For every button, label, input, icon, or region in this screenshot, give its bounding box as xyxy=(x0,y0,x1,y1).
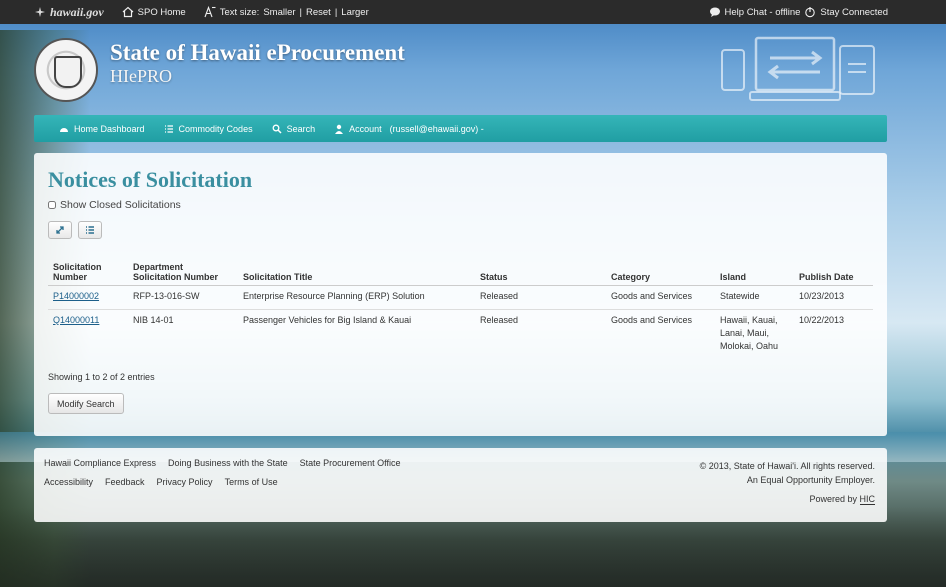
chat-bubble-icon xyxy=(709,6,721,18)
table-info-text: Showing 1 to 2 of 2 entries xyxy=(48,372,155,382)
solicitation-number-link[interactable]: Q14000011 xyxy=(53,315,99,325)
footer-link-doing-business[interactable]: Doing Business with the State xyxy=(168,458,288,468)
nav-search[interactable]: Search xyxy=(271,123,316,135)
show-closed-label: Show Closed Solicitations xyxy=(60,199,181,211)
table-row: P14000002 RFP-13-016-SW Enterprise Resou… xyxy=(48,284,873,310)
state-seal-icon xyxy=(34,38,98,102)
user-icon xyxy=(333,123,345,135)
powered-by: Powered by HIC xyxy=(700,493,875,507)
search-icon xyxy=(271,123,283,135)
column-header[interactable]: Category xyxy=(606,251,715,286)
nav-commodity-codes[interactable]: Commodity Codes xyxy=(163,123,253,135)
text-size-reset[interactable]: Reset xyxy=(306,7,331,18)
column-header[interactable]: Island xyxy=(715,251,794,286)
text-size-smaller[interactable]: Smaller xyxy=(263,7,295,18)
list-view-icon xyxy=(84,224,96,236)
table-cell: RFP-13-016-SW xyxy=(128,284,238,310)
expand-icon xyxy=(54,224,66,236)
help-chat-link[interactable]: Help Chat - offline xyxy=(709,6,801,18)
footer-link-privacy-policy[interactable]: Privacy Policy xyxy=(157,477,213,487)
footer-link-feedback[interactable]: Feedback xyxy=(105,477,145,487)
copyright-text: © 2013, State of Hawai'i. All rights res… xyxy=(699,461,875,471)
table-cell: Goods and Services xyxy=(606,308,715,359)
footer-links-secondary: Accessibility Feedback Privacy Policy Te… xyxy=(44,477,278,487)
home-icon xyxy=(122,6,134,18)
power-icon xyxy=(804,6,816,18)
table-row: Q14000011 NIB 14-01 Passenger Vehicles f… xyxy=(48,308,873,359)
dashboard-icon xyxy=(58,123,70,135)
column-header[interactable]: Solicitation Number xyxy=(48,251,128,286)
nav-search-label: Search xyxy=(286,123,316,134)
hawaii-logo-icon xyxy=(34,6,46,18)
hawaii-gov-link[interactable]: hawaii.gov xyxy=(34,5,104,20)
text-size-control: Text size: Smaller | Reset | Larger xyxy=(204,6,369,18)
modify-search-button[interactable]: Modify Search xyxy=(48,393,124,414)
footer-legal: © 2013, State of Hawai'i. All rights res… xyxy=(700,460,875,507)
devices-icon xyxy=(721,36,875,101)
table-cell: 10/22/2013 xyxy=(794,308,873,359)
table-cell: Released xyxy=(475,308,606,359)
footer-link-hawaii-compliance-express[interactable]: Hawaii Compliance Express xyxy=(44,458,156,468)
nav-home-dashboard-label: Home Dashboard xyxy=(74,123,145,134)
text-size-separator: | xyxy=(334,6,338,18)
show-closed-checkbox[interactable] xyxy=(48,201,56,209)
footer-link-accessibility[interactable]: Accessibility xyxy=(44,477,93,487)
solicitation-number-cell: Q14000011 xyxy=(48,308,128,359)
nav-home-dashboard[interactable]: Home Dashboard xyxy=(58,123,145,135)
stay-connected-label: Stay Connected xyxy=(820,6,888,18)
expand-button[interactable] xyxy=(48,221,72,239)
column-header[interactable]: Solicitation Title xyxy=(238,251,475,286)
stay-connected-link[interactable]: Stay Connected xyxy=(804,6,888,18)
table-cell: Goods and Services xyxy=(606,284,715,310)
text-size-larger[interactable]: Larger xyxy=(341,7,368,18)
table-cell: 10/23/2013 xyxy=(794,284,873,310)
page-title: Notices of Solicitation xyxy=(48,167,253,192)
table-header-row: Solicitation Number Department Solicitat… xyxy=(48,251,873,286)
footer: Hawaii Compliance Express Doing Business… xyxy=(34,448,887,522)
nav-account[interactable]: Account (russell@ehawaii.gov) - xyxy=(333,123,484,135)
powered-by-label: Powered by xyxy=(809,493,857,504)
text-size-label: Text size: xyxy=(219,6,260,18)
help-chat-label: Help Chat - offline xyxy=(724,6,801,18)
table-cell: Statewide xyxy=(715,284,794,310)
list-view-button[interactable] xyxy=(78,221,102,239)
table-cell: Released xyxy=(475,284,606,310)
main-nav: Home Dashboard Commodity Codes Search Ac… xyxy=(34,115,887,142)
hawaii-gov-logo-text: hawaii.gov xyxy=(50,4,104,19)
solicitations-panel: Notices of Solicitation Show Closed Soli… xyxy=(34,153,887,436)
top-bar: hawaii.gov SPO Home Text size: Smaller |… xyxy=(0,0,946,24)
table-cell: Enterprise Resource Planning (ERP) Solut… xyxy=(238,284,475,310)
footer-link-state-procurement-office[interactable]: State Procurement Office xyxy=(300,458,401,468)
solicitation-number-link[interactable]: P14000002 xyxy=(53,291,99,301)
powered-by-hic-link[interactable]: HIC xyxy=(859,493,875,505)
nav-account-label: Account xyxy=(349,123,382,134)
spo-home-label: SPO Home xyxy=(137,6,186,18)
footer-links-primary: Hawaii Compliance Express Doing Business… xyxy=(44,458,401,468)
column-header[interactable]: Department Solicitation Number xyxy=(128,251,238,286)
text-size-separator: | xyxy=(299,6,302,18)
column-header[interactable]: Status xyxy=(475,251,606,286)
show-closed-toggle[interactable]: Show Closed Solicitations xyxy=(48,199,181,211)
table-cell: Hawaii, Kauai, Lanai, Maui, Molokai, Oah… xyxy=(715,308,794,359)
nav-commodity-codes-label: Commodity Codes xyxy=(178,123,253,134)
solicitations-table: Solicitation Number Department Solicitat… xyxy=(48,251,873,359)
site-subtitle: HIePRO xyxy=(110,66,172,86)
nav-account-email: (russell@ehawaii.gov) - xyxy=(389,123,484,134)
equal-opportunity-text: An Equal Opportunity Employer. xyxy=(746,474,875,485)
table-cell: Passenger Vehicles for Big Island & Kaua… xyxy=(238,308,475,359)
footer-link-terms-of-use[interactable]: Terms of Use xyxy=(225,477,278,487)
solicitation-number-cell: P14000002 xyxy=(48,284,128,310)
text-size-icon xyxy=(204,6,216,18)
column-header[interactable]: Publish Date xyxy=(794,251,873,286)
site-title: State of Hawaii eProcurement xyxy=(110,40,405,65)
spo-home-link[interactable]: SPO Home xyxy=(122,6,186,18)
list-icon xyxy=(163,123,175,135)
table-cell: NIB 14-01 xyxy=(128,308,238,359)
